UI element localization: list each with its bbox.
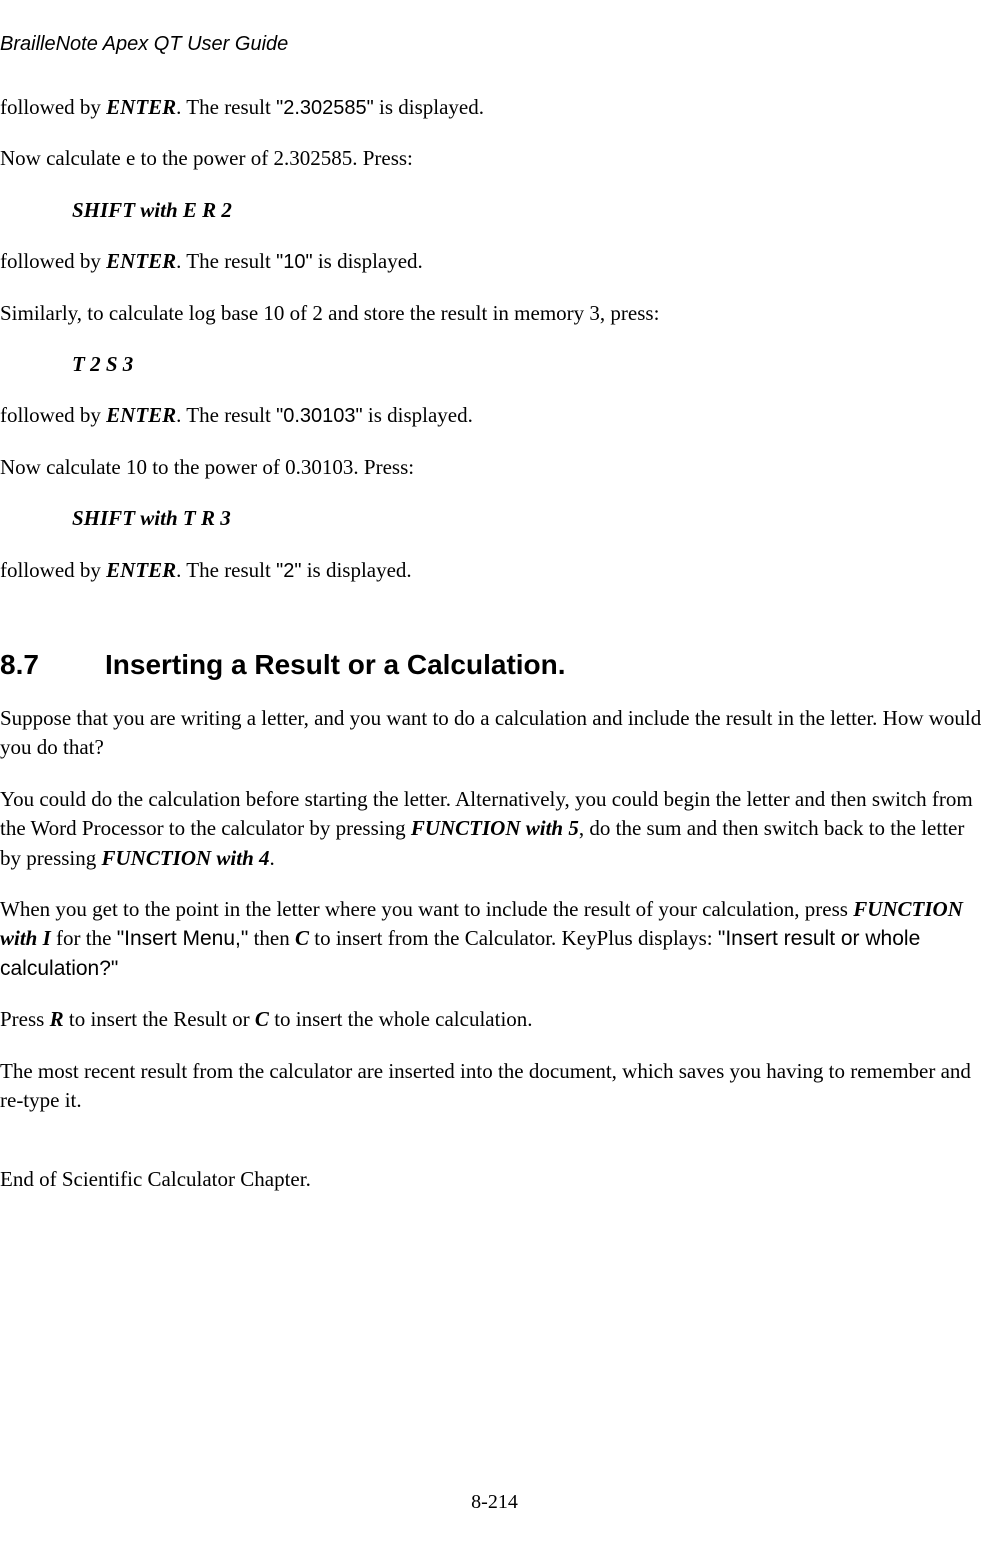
result-value: "2.302585" xyxy=(276,97,374,119)
text: followed by xyxy=(0,95,106,119)
command: SHIFT with E R 2 xyxy=(0,196,989,225)
text: Press xyxy=(0,1007,50,1031)
text: . xyxy=(270,846,275,870)
paragraph: The most recent result from the calculat… xyxy=(0,1057,989,1116)
text: is displayed. xyxy=(313,249,423,273)
paragraph: Now calculate 10 to the power of 0.30103… xyxy=(0,453,989,482)
text: followed by xyxy=(0,249,106,273)
paragraph: Press R to insert the Result or C to ins… xyxy=(0,1005,989,1034)
command: T 2 S 3 xyxy=(0,350,989,379)
paragraph: followed by ENTER. The result "2" is dis… xyxy=(0,556,989,585)
section-heading: 8.7Inserting a Result or a Calculation. xyxy=(0,645,989,684)
chapter-end: End of Scientific Calculator Chapter. xyxy=(0,1165,989,1194)
text: to insert from the Calculator. KeyPlus d… xyxy=(309,926,718,950)
result-value: "0.30103" xyxy=(276,405,363,427)
paragraph: followed by ENTER. The result "10" is di… xyxy=(0,247,989,276)
paragraph: When you get to the point in the letter … xyxy=(0,895,989,983)
key: C xyxy=(255,1007,269,1031)
text: to insert the Result or xyxy=(64,1007,255,1031)
paragraph: followed by ENTER. The result "0.30103" … xyxy=(0,401,989,430)
key: R xyxy=(50,1007,64,1031)
text: is displayed. xyxy=(374,95,484,119)
key-enter: ENTER xyxy=(106,249,176,273)
text: for the xyxy=(51,926,117,950)
paragraph: followed by ENTER. The result "2.302585"… xyxy=(0,93,989,122)
text: . The result xyxy=(176,249,276,273)
text: to insert the whole calculation. xyxy=(269,1007,533,1031)
text: then xyxy=(248,926,295,950)
paragraph: Similarly, to calculate log base 10 of 2… xyxy=(0,299,989,328)
paragraph: You could do the calculation before star… xyxy=(0,785,989,873)
text: . The result xyxy=(176,95,276,119)
paragraph: Suppose that you are writing a letter, a… xyxy=(0,704,989,763)
text: . The result xyxy=(176,403,276,427)
result-value: "2" xyxy=(276,560,301,582)
section-number: 8.7 xyxy=(0,645,105,684)
page-number: 8-214 xyxy=(0,1488,989,1516)
paragraph: Now calculate e to the power of 2.302585… xyxy=(0,144,989,173)
text: is displayed. xyxy=(301,558,411,582)
key: C xyxy=(295,926,309,950)
text: followed by xyxy=(0,403,106,427)
key-enter: ENTER xyxy=(106,95,176,119)
section-title: Inserting a Result or a Calculation. xyxy=(105,649,566,680)
menu-name: "Insert Menu," xyxy=(117,927,249,950)
key-combo: FUNCTION with 4 xyxy=(102,846,270,870)
page-header: BrailleNote Apex QT User Guide xyxy=(0,30,989,58)
result-value: "10" xyxy=(276,251,312,273)
text: followed by xyxy=(0,558,106,582)
text: is displayed. xyxy=(363,403,473,427)
key-enter: ENTER xyxy=(106,558,176,582)
key-enter: ENTER xyxy=(106,403,176,427)
key-combo: FUNCTION with 5 xyxy=(411,816,579,840)
text: . The result xyxy=(176,558,276,582)
command: SHIFT with T R 3 xyxy=(0,504,989,533)
text: When you get to the point in the letter … xyxy=(0,897,853,921)
